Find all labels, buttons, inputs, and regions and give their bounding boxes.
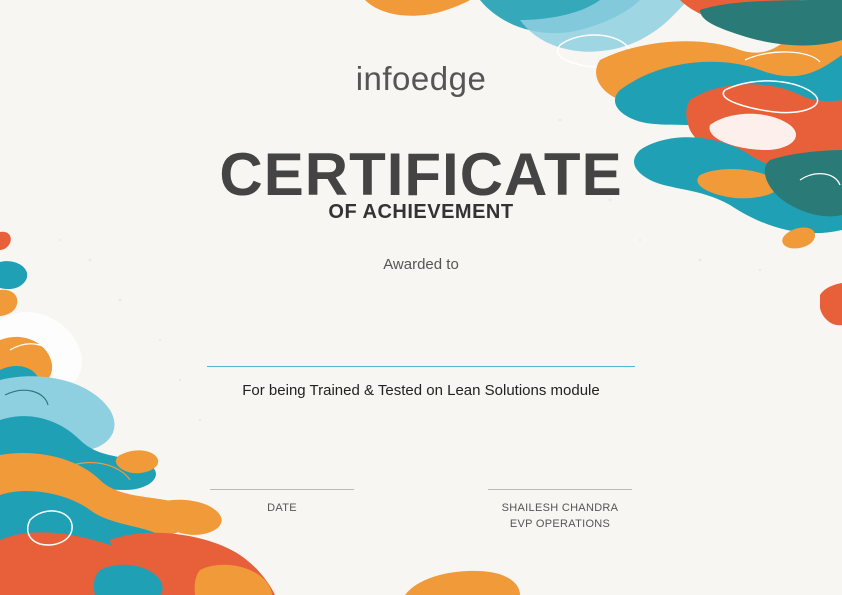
date-label: DATE [267,502,297,514]
bottom-right-blob [405,570,520,595]
signatory-name: SHAILESH CHANDRA [501,502,619,514]
bottom-left-blobs [0,231,275,595]
certificate-subtitle: OF ACHIEVEMENT [328,201,514,223]
date-signature-line [210,489,354,490]
recipient-name-line [207,366,635,367]
awarded-to-label: Awarded to [383,256,459,273]
achievement-description: For being Trained & Tested on Lean Solut… [242,382,600,399]
signatory-signature-line [488,489,632,490]
signatory-block: SHAILESH CHANDRA EVP OPERATIONS [470,500,650,532]
company-logo: infoedge [355,60,487,97]
certificate-title: CERTIFICATE [219,141,623,208]
signatory-title: EVP OPERATIONS [509,518,611,530]
